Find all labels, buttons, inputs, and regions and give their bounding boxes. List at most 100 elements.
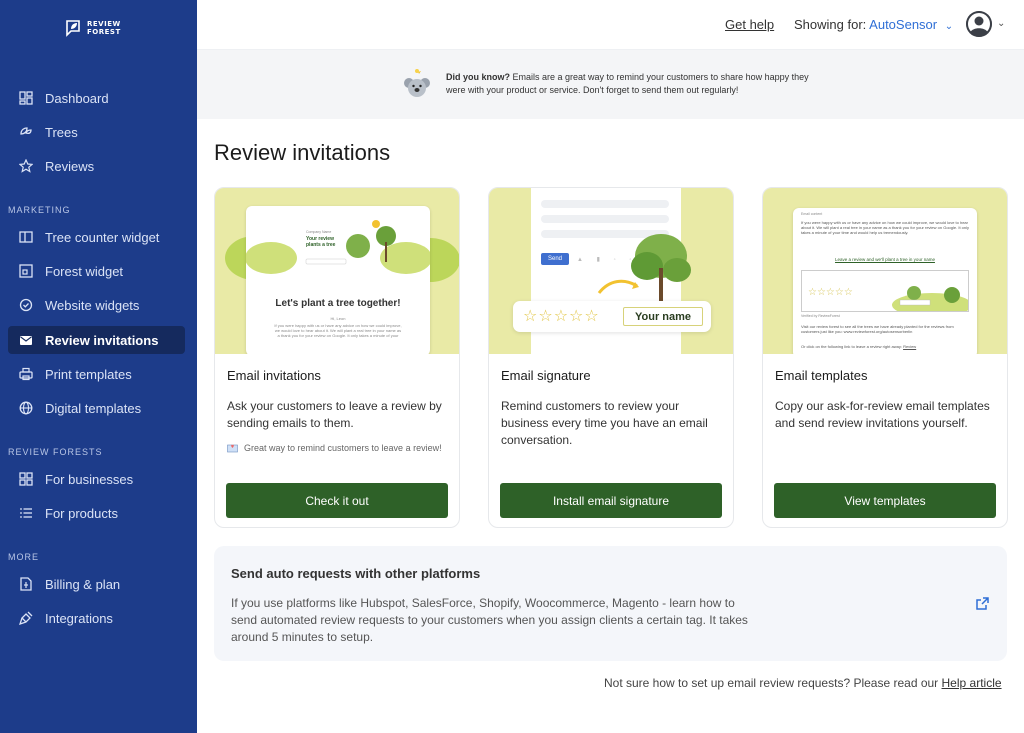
chevron-down-icon[interactable]: ⌄ bbox=[997, 18, 1005, 29]
plug-icon bbox=[18, 610, 34, 626]
card-email-signature: Send ▲ ▮ ◦ ◦ ☆☆☆☆☆ Your name Email signa… bbox=[488, 187, 734, 528]
sidebar-item-label: Reviews bbox=[45, 158, 95, 174]
globe-icon bbox=[18, 400, 34, 416]
badge-check-icon bbox=[18, 297, 34, 313]
account-name: AutoSensor bbox=[869, 17, 938, 32]
view-templates-button[interactable]: View templates bbox=[774, 483, 996, 518]
auto-requests-panel: Send auto requests with other platforms … bbox=[214, 546, 1007, 661]
sidebar-item-digital-templates[interactable]: Digital templates bbox=[8, 394, 185, 422]
svg-text:☆☆☆☆☆: ☆☆☆☆☆ bbox=[808, 287, 853, 298]
card-note: Great way to remind customers to leave a… bbox=[227, 442, 442, 453]
panel-icon bbox=[18, 229, 34, 245]
template-click: Or click on the following link to leave … bbox=[801, 344, 969, 349]
template-click-text: Or click on the following link to leave … bbox=[801, 344, 902, 349]
company-name: Company Name bbox=[306, 230, 332, 234]
widget-icon bbox=[18, 263, 34, 279]
sidebar-item-label: Digital templates bbox=[45, 400, 142, 416]
illus-greeting: Hi, Leon bbox=[330, 316, 346, 321]
external-link-icon[interactable] bbox=[974, 596, 990, 612]
card-description: Ask your customers to leave a review by … bbox=[227, 399, 442, 430]
sidebar-item-label: Dashboard bbox=[45, 90, 109, 106]
sidebar-item-tree-counter-widget[interactable]: Tree counter widget bbox=[8, 223, 185, 251]
logo-line1: REVIEW bbox=[87, 20, 121, 28]
account-selector[interactable]: Showing for: AutoSensor ⌄ bbox=[794, 17, 953, 32]
sidebar-item-label: For businesses bbox=[45, 471, 134, 487]
your-name-field: Your name bbox=[623, 307, 703, 326]
sidebar-item-label: Billing & plan bbox=[45, 576, 121, 592]
template-visit: Visit our review forest to see all the t… bbox=[801, 324, 954, 334]
card-note-text: Great way to remind customers to leave a… bbox=[244, 442, 442, 453]
illus-body: If you were happy with us or have any ad… bbox=[274, 323, 402, 338]
sidebar-item-label: Integrations bbox=[45, 610, 113, 626]
tip-bold: Did you know? bbox=[446, 72, 510, 82]
sidebar-item-dashboard[interactable]: Dashboard bbox=[8, 84, 185, 112]
template-mock: Email content If you were happy with us … bbox=[793, 208, 977, 354]
chevron-down-icon: ⌄ bbox=[944, 21, 954, 32]
auto-requests-description: If you use platforms like Hubspot, Sales… bbox=[231, 596, 748, 644]
help-note: Not sure how to set up email review requ… bbox=[604, 676, 1002, 690]
tip-text: Did you know? Emails are a great way to … bbox=[446, 71, 826, 97]
mail-icon bbox=[18, 332, 34, 348]
sidebar-item-trees[interactable]: Trees bbox=[8, 118, 185, 146]
section-more: MORE bbox=[8, 552, 39, 562]
avatar[interactable] bbox=[966, 11, 992, 37]
sidebar-item-label: Forest widget bbox=[45, 263, 124, 279]
grid-icon bbox=[18, 471, 34, 487]
section-marketing: MARKETING bbox=[8, 205, 71, 215]
install-email-signature-button[interactable]: Install email signature bbox=[500, 483, 722, 518]
sidebar-item-billing[interactable]: Billing & plan bbox=[8, 570, 185, 598]
sidebar-item-review-invitations[interactable]: Review invitations bbox=[8, 326, 185, 354]
sidebar-item-label: Print templates bbox=[45, 366, 132, 382]
sidebar-item-print-templates[interactable]: Print templates bbox=[8, 360, 185, 388]
koala-icon bbox=[404, 69, 430, 97]
tip-banner: Did you know? Emails are a great way to … bbox=[197, 50, 1024, 119]
sidebar-item-label: Website widgets bbox=[45, 297, 140, 313]
sidebar-item-for-businesses[interactable]: For businesses bbox=[8, 465, 185, 493]
showing-label: Showing for: bbox=[794, 17, 867, 32]
sidebar-item-forest-widget[interactable]: Forest widget bbox=[8, 257, 185, 285]
page-title: Review invitations bbox=[214, 140, 391, 165]
email-templates-illustration: Email content If you were happy with us … bbox=[763, 188, 1007, 354]
help-article-link[interactable]: Help article bbox=[942, 676, 1002, 690]
sidebar-item-label: For products bbox=[45, 505, 118, 521]
sidebar-item-for-products[interactable]: For products bbox=[8, 499, 185, 527]
sidebar: REVIEW FOREST Dashboard Trees Reviews MA… bbox=[0, 0, 197, 733]
illus-big-title: Let's plant a tree together! bbox=[275, 298, 401, 309]
template-label: Email content bbox=[801, 212, 823, 216]
help-note-text: Not sure how to set up email review requ… bbox=[604, 676, 939, 690]
section-review-forests: REVIEW FORESTS bbox=[8, 447, 103, 457]
template-widget: ☆☆☆☆☆ bbox=[801, 270, 969, 312]
sidebar-item-label: Tree counter widget bbox=[45, 229, 160, 245]
sidebar-item-website-widgets[interactable]: Website widgets bbox=[8, 291, 185, 319]
sidebar-item-label: Review invitations bbox=[45, 332, 159, 348]
signature-box: ☆☆☆☆☆ Your name bbox=[513, 301, 711, 332]
card-title: Email templates bbox=[775, 368, 868, 383]
sidebar-item-integrations[interactable]: Integrations bbox=[8, 604, 185, 632]
list-icon bbox=[18, 505, 34, 521]
dollar-doc-icon bbox=[18, 576, 34, 592]
user-icon bbox=[966, 11, 992, 37]
get-help-link[interactable]: Get help bbox=[725, 17, 774, 32]
printer-icon bbox=[18, 366, 34, 382]
logo[interactable]: REVIEW FOREST bbox=[64, 18, 121, 38]
verified-note: Verified by ReviewForest bbox=[801, 314, 840, 318]
dashboard-icon bbox=[18, 90, 34, 106]
sidebar-item-reviews[interactable]: Reviews bbox=[8, 152, 185, 180]
email-mock: Company Name Your review plants a tree L… bbox=[246, 206, 430, 354]
auto-requests-title: Send auto requests with other platforms bbox=[231, 566, 481, 581]
card-title: Email signature bbox=[501, 368, 591, 383]
card-email-invitations: Company Name Your review plants a tree L… bbox=[214, 187, 460, 528]
topbar: Get help Showing for: AutoSensor ⌄ ⌄ bbox=[197, 0, 1024, 50]
sprout-icon bbox=[18, 124, 34, 140]
rating-stars-icon: ☆☆☆☆☆ bbox=[523, 308, 600, 325]
leaf-logo-icon bbox=[66, 20, 80, 37]
forest-strip: ☆☆☆☆☆ bbox=[808, 286, 968, 311]
email-signature-illustration: Send ▲ ▮ ◦ ◦ ☆☆☆☆☆ Your name bbox=[489, 188, 733, 354]
email-invitation-illustration: Company Name Your review plants a tree L… bbox=[215, 188, 459, 354]
check-it-out-button[interactable]: Check it out bbox=[226, 483, 448, 518]
card-description: Copy our ask-for-review email templates … bbox=[775, 399, 990, 430]
logo-line2: FOREST bbox=[87, 28, 121, 36]
card-title: Email invitations bbox=[227, 368, 321, 383]
illus-headline: Your review plants a tree bbox=[306, 236, 336, 248]
card-description: Remind customers to review your business… bbox=[501, 399, 708, 447]
